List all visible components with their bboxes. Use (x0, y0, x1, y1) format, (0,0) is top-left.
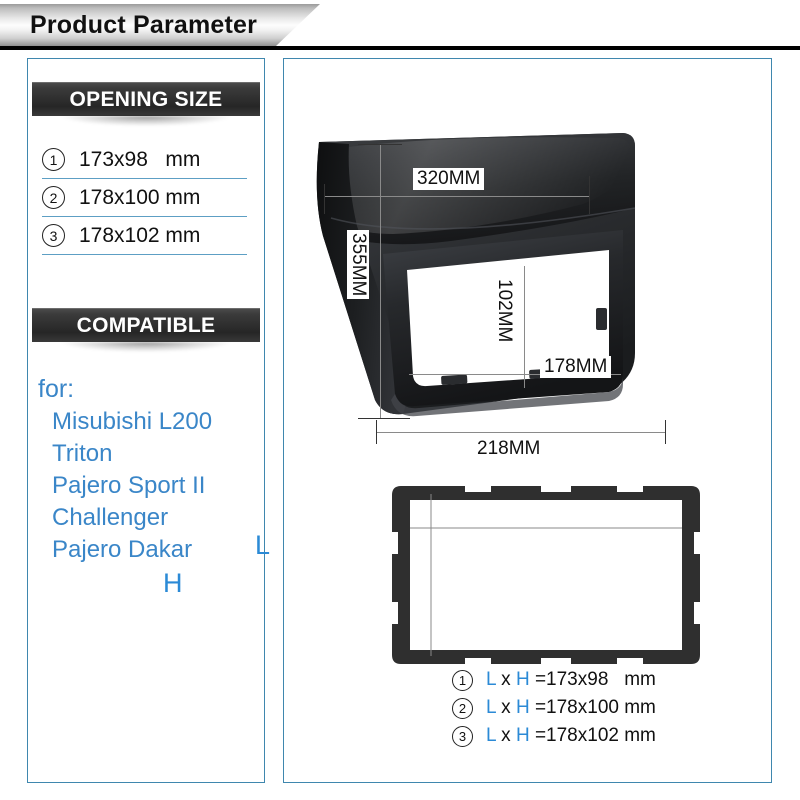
compatible-pill: COMPATIBLE (32, 308, 260, 342)
legend-x: x (495, 725, 516, 746)
opening-size-heading: OPENING SIZE (32, 82, 260, 129)
row-value: 178x102 mm (79, 223, 201, 247)
legend-h: H (515, 725, 530, 746)
dimension-tick (358, 418, 410, 419)
product-dimension-figure: 320MM 355MM 102MM 178MM 218MM (283, 58, 772, 478)
header-banner: Product Parameter (0, 4, 320, 48)
pill-shadow (36, 116, 256, 129)
height-label: H (163, 568, 183, 598)
product-parameter-page: Product Parameter OPENING SIZE 1 173x98 … (0, 0, 800, 800)
frame-outline-illustration (390, 484, 702, 666)
legend-h: H (515, 697, 530, 718)
list-item: Misubishi L200 (52, 408, 213, 435)
legend-value: =178x100 mm (529, 697, 656, 718)
legend-text: L x H =178x102 mm (486, 725, 656, 747)
dimension-tick (665, 420, 666, 444)
opening-size-pill: OPENING SIZE (32, 82, 260, 116)
dimension-label-bottom-width: 218MM (473, 438, 545, 460)
dimension-label-top-width: 320MM (413, 168, 485, 190)
legend-x: x (495, 697, 516, 718)
legend-l: L (486, 697, 496, 718)
opening-size-label: OPENING SIZE (69, 87, 223, 111)
compatible-list: for: Misubishi L200 Triton Pajero Sport … (38, 375, 248, 566)
page-title: Product Parameter (30, 11, 258, 39)
table-row: 2 178x100 mm (42, 179, 247, 217)
legend-value: =173x98 mm (529, 669, 656, 690)
legend-x: x (495, 669, 516, 690)
legend-index-badge: 3 (452, 725, 473, 747)
frame-schematic-figure (283, 478, 772, 673)
legend-l: L (486, 725, 496, 746)
dimension-line-bottom-width (376, 432, 666, 433)
dimension-label-left-height: 355MM (347, 230, 369, 300)
opening-size-list: 1 173x98 mm 2 178x100 mm 3 178x102 mm (42, 141, 247, 255)
table-row: 1 173x98 mm (42, 141, 247, 179)
compatible-heading: COMPATIBLE (32, 308, 260, 355)
table-row: 3 178x102 mm (42, 217, 247, 255)
dimension-tick (324, 184, 325, 214)
dimension-line-top-width (324, 196, 590, 197)
list-item: Triton (52, 439, 113, 467)
legend-index-badge: 1 (452, 669, 473, 691)
dimension-label-inner-width: 178MM (540, 356, 612, 378)
compatible-for-label: for: (38, 375, 75, 403)
legend-h: H (515, 669, 530, 690)
legend-row: 3 L x H =178x102 mm (452, 722, 752, 750)
row-index-badge: 3 (42, 224, 65, 247)
compatible-label: COMPATIBLE (76, 313, 216, 337)
legend-index-badge: 2 (452, 697, 473, 719)
dimension-line-left-height (380, 144, 381, 418)
dimension-tick (358, 144, 402, 145)
row-index-badge: 1 (42, 148, 65, 171)
dimension-label-inner-height: 102MM (493, 276, 515, 346)
dimension-line-inner-height (524, 266, 525, 388)
row-value: 178x100 mm (79, 185, 201, 209)
pill-shadow (36, 342, 256, 355)
legend-text: L x H =173x98 mm (486, 669, 656, 691)
size-legend: 1 L x H =173x98 mm 2 L x H =178x100 mm 3… (452, 666, 752, 750)
legend-row: 2 L x H =178x100 mm (452, 694, 752, 722)
dimension-tick (376, 420, 377, 444)
length-label: L (255, 530, 271, 560)
legend-row: 1 L x H =173x98 mm (452, 666, 752, 694)
row-index-badge: 2 (42, 186, 65, 209)
legend-l: L (486, 669, 496, 690)
dimension-tick (589, 176, 590, 214)
row-value: 173x98 mm (79, 147, 201, 171)
list-item: Challenger (52, 503, 169, 531)
list-item: Pajero Dakar (52, 535, 193, 563)
list-item: Pajero Sport II (52, 471, 206, 499)
header-divider (0, 46, 800, 50)
legend-text: L x H =178x100 mm (486, 697, 656, 719)
legend-value: =178x102 mm (529, 725, 656, 746)
